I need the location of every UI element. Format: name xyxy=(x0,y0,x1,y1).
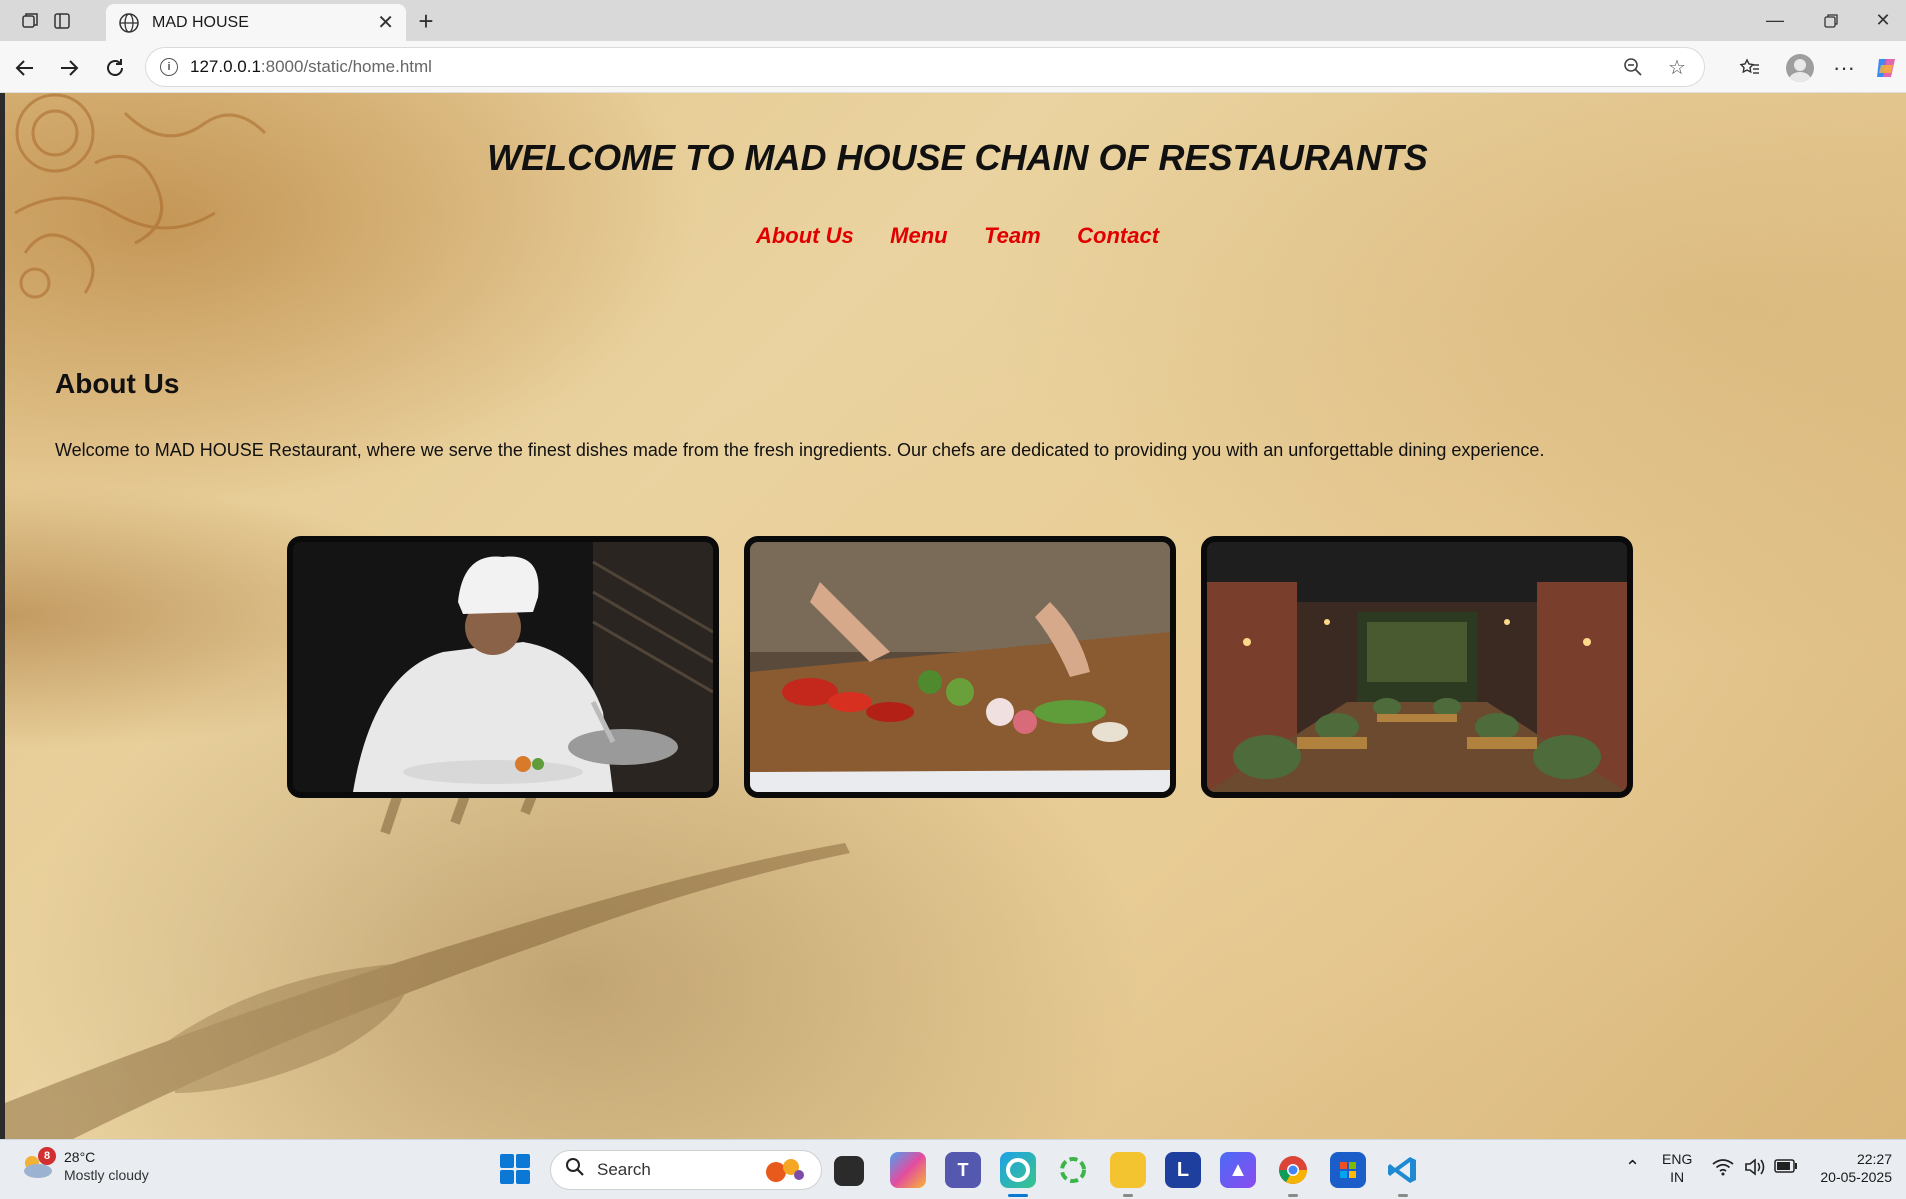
close-tab-icon[interactable]: ✕ xyxy=(377,10,394,35)
clock-time: 22:27 xyxy=(1856,1151,1892,1167)
search-icon xyxy=(565,1157,585,1183)
l-app-icon[interactable]: L xyxy=(1165,1152,1201,1188)
copilot-icon[interactable] xyxy=(1868,51,1904,85)
search-placeholder: Search xyxy=(597,1160,651,1179)
page-viewport: WELCOME TO MAD HOUSE CHAIN OF RESTAURANT… xyxy=(5,93,1906,1139)
arc-app-icon[interactable]: ▲ xyxy=(1220,1152,1256,1188)
about-paragraph: Welcome to MAD HOUSE Restaurant, where w… xyxy=(55,440,1545,460)
fork-background xyxy=(5,773,850,1139)
clock-date: 20-05-2025 xyxy=(1820,1169,1892,1185)
loading-circle-icon[interactable] xyxy=(1055,1152,1091,1188)
globe-icon xyxy=(119,12,139,33)
battery-icon[interactable] xyxy=(1774,1159,1798,1177)
volume-icon[interactable] xyxy=(1744,1158,1766,1180)
weather-cloud-icon: 8 xyxy=(20,1147,56,1179)
zoom-out-icon[interactable] xyxy=(1620,54,1646,80)
browser-toolbar: i 127.0.0.1:8000/static/home.html ☆ ··· xyxy=(0,41,1906,93)
main-nav: About Us Menu Team Contact xyxy=(5,223,1906,249)
wifi-icon[interactable] xyxy=(1712,1158,1734,1180)
nav-team-link[interactable]: Team xyxy=(984,223,1041,249)
close-window-icon[interactable]: ✕ xyxy=(1860,0,1906,41)
task-view-icon[interactable] xyxy=(834,1156,864,1186)
copilot-app-icon[interactable] xyxy=(890,1152,926,1188)
nav-contact-link[interactable]: Contact xyxy=(1077,223,1159,249)
tab-title: MAD HOUSE xyxy=(152,13,249,31)
new-tab-button[interactable]: + xyxy=(410,6,442,36)
restore-icon[interactable] xyxy=(1808,0,1854,41)
taskbar-search-box[interactable]: Search xyxy=(550,1150,822,1190)
explorer-indicator xyxy=(1123,1194,1133,1197)
language-indicator[interactable]: ENG IN xyxy=(1662,1150,1692,1186)
restaurant-interior-image xyxy=(1201,536,1633,798)
ornament-decoration xyxy=(14,93,267,299)
weather-widget[interactable]: 8 28°C Mostly cloudy xyxy=(20,1147,149,1184)
vscode-indicator xyxy=(1398,1194,1408,1197)
forward-icon[interactable] xyxy=(52,51,86,85)
about-heading: About Us xyxy=(55,368,180,399)
url-text[interactable]: 127.0.0.1:8000/static/home.html xyxy=(190,57,1602,77)
windows-start-button[interactable] xyxy=(500,1154,530,1184)
workspaces-icon[interactable] xyxy=(14,6,46,36)
more-options-icon[interactable]: ··· xyxy=(1826,51,1862,85)
edge-icon[interactable] xyxy=(1000,1152,1036,1188)
refresh-icon[interactable] xyxy=(98,51,132,85)
clock[interactable]: 22:27 20-05-2025 xyxy=(1812,1150,1892,1186)
tab-mad-house[interactable]: MAD HOUSE ✕ xyxy=(106,4,406,41)
vegetables-prep-image xyxy=(744,536,1176,798)
profile-button[interactable] xyxy=(1782,51,1818,85)
search-highlight-icon xyxy=(766,1159,804,1182)
weather-condition: Mostly cloudy xyxy=(64,1167,149,1183)
chrome-indicator xyxy=(1288,1194,1298,1197)
weather-badge: 8 xyxy=(38,1147,56,1165)
back-icon[interactable] xyxy=(8,51,42,85)
site-info-icon[interactable]: i xyxy=(160,58,178,76)
minimize-icon[interactable]: — xyxy=(1752,0,1798,41)
show-hidden-icons-chevron-icon[interactable]: ⌃ xyxy=(1625,1158,1640,1176)
chrome-icon[interactable] xyxy=(1275,1152,1311,1188)
file-explorer-icon[interactable] xyxy=(1110,1152,1146,1188)
nav-menu-link[interactable]: Menu xyxy=(890,223,947,249)
avatar xyxy=(1786,54,1814,82)
vscode-icon[interactable] xyxy=(1385,1152,1421,1188)
favorites-icon[interactable] xyxy=(1732,51,1768,85)
teams-icon[interactable]: T xyxy=(945,1152,981,1188)
browser-tab-bar: MAD HOUSE ✕ + — ✕ xyxy=(0,0,1906,41)
weather-temperature: 28°C xyxy=(64,1149,96,1165)
vertical-tabs-icon[interactable] xyxy=(46,6,78,36)
windows-taskbar: 8 28°C Mostly cloudy Search T L ▲ ⌃ ENG xyxy=(0,1139,1906,1199)
store-icon[interactable] xyxy=(1330,1152,1366,1188)
nav-about-us-link[interactable]: About Us xyxy=(756,223,854,249)
favorite-star-icon[interactable]: ☆ xyxy=(1664,54,1690,80)
page-title: WELCOME TO MAD HOUSE CHAIN OF RESTAURANT… xyxy=(487,137,1428,178)
address-bar[interactable]: i 127.0.0.1:8000/static/home.html ☆ xyxy=(145,47,1705,87)
chef-image xyxy=(287,536,719,798)
edge-active-indicator xyxy=(1008,1194,1028,1197)
